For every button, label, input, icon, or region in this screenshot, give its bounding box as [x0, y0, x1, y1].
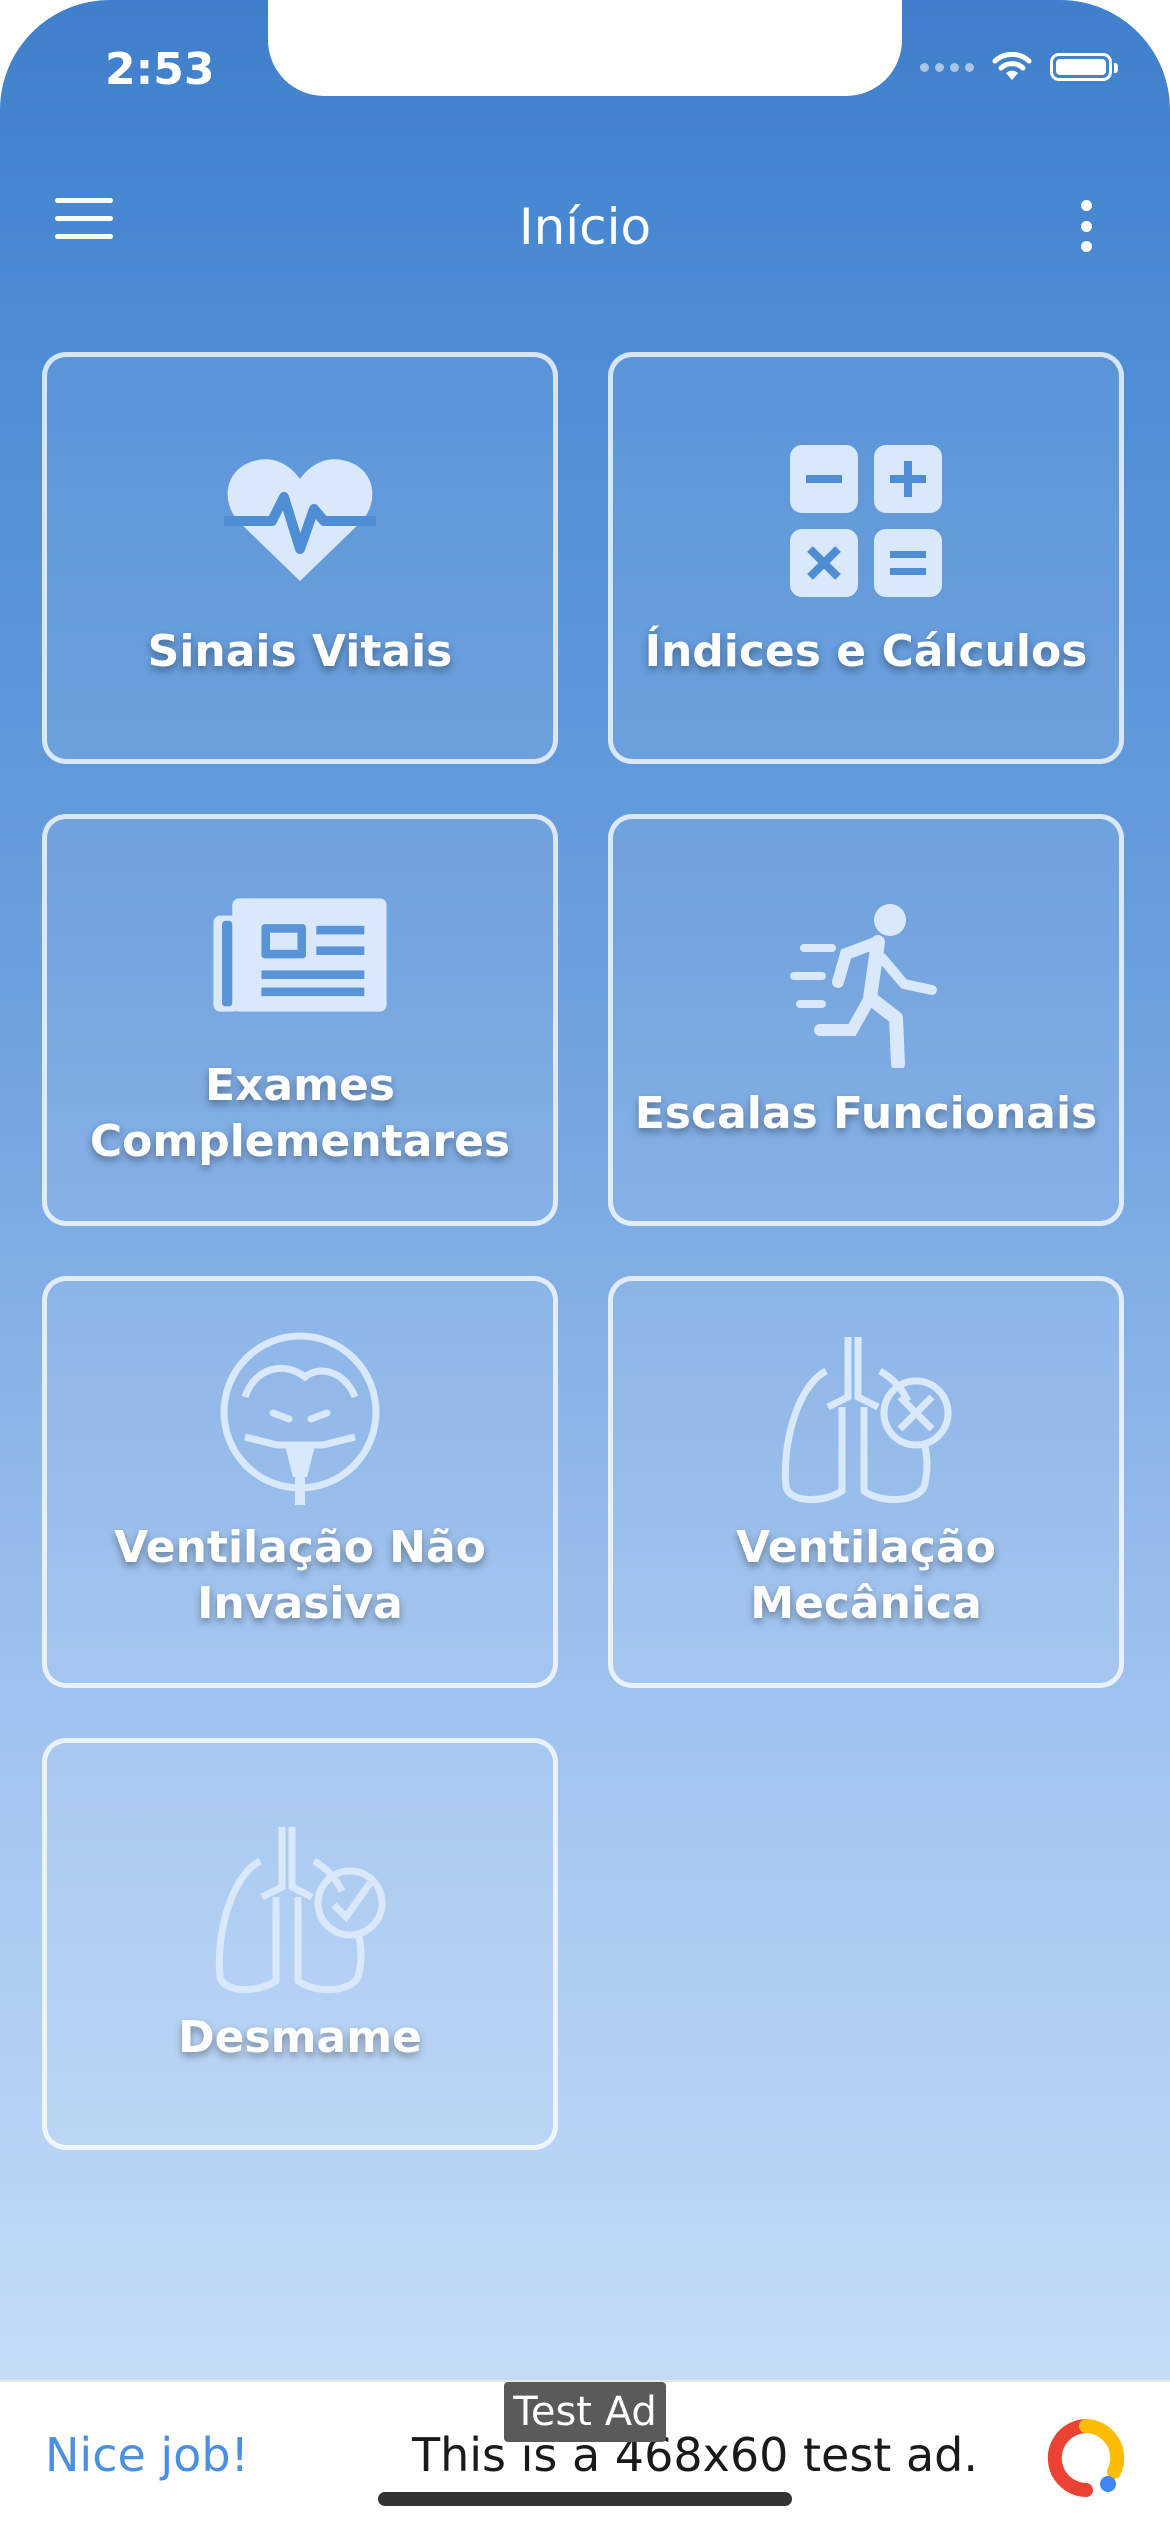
card-label: Escalas Funcionais: [634, 1088, 1098, 1139]
card-label: Exames Complementares: [89, 1060, 511, 1167]
card-exames-complementares[interactable]: Exames Complementares: [42, 814, 558, 1226]
heartbeat-icon: [210, 436, 390, 606]
card-label: Índices e Cálculos: [644, 626, 1088, 677]
home-indicator[interactable]: [378, 2492, 792, 2506]
card-ventilacao-nao-invasiva[interactable]: Ventilação Não Invasiva: [42, 1276, 558, 1688]
page-title: Início: [518, 198, 652, 256]
battery-icon: [1050, 53, 1118, 81]
card-label: Ventilação Mecânica: [736, 1522, 996, 1629]
card-label: Desmame: [178, 2012, 422, 2063]
ad-headline[interactable]: Nice job!: [45, 2428, 249, 2482]
card-sinais-vitais[interactable]: Sinais Vitais: [42, 352, 558, 764]
card-escalas-funcionais[interactable]: Escalas Funcionais: [608, 814, 1124, 1226]
card-label: Sinais Vitais: [147, 626, 453, 677]
app-bar: Início: [0, 160, 1170, 290]
oxygen-mask-icon: [210, 1332, 390, 1505]
card-desmame[interactable]: Desmame: [42, 1738, 558, 2150]
ad-choices-logo-icon[interactable]: [1046, 2418, 1126, 2498]
card-ventilacao-mecanica[interactable]: Ventilação Mecânica: [608, 1276, 1124, 1688]
cellular-signal-icon: [920, 62, 974, 72]
lungs-x-icon: [776, 1332, 956, 1504]
ad-tag: Test Ad: [504, 2382, 666, 2442]
status-icons: [920, 52, 1118, 82]
card-label: Ventilação Não Invasiva: [114, 1522, 486, 1629]
calculator-icon: [776, 436, 956, 606]
running-person-icon: [776, 898, 956, 1068]
status-time: 2:53: [105, 44, 215, 95]
wifi-icon: [992, 52, 1032, 80]
newspaper-icon: [210, 870, 390, 1040]
device-notch: [268, 0, 902, 96]
card-indices-calculos[interactable]: Índices e Cálculos: [608, 352, 1124, 764]
lungs-check-icon: [210, 1822, 390, 1994]
ad-body[interactable]: This is a 468x60 test ad.: [412, 2428, 978, 2482]
more-options-icon[interactable]: [1076, 200, 1096, 252]
app-screen: 2:53 Início Sinais Vitais Índices e Cálc…: [0, 0, 1170, 2380]
